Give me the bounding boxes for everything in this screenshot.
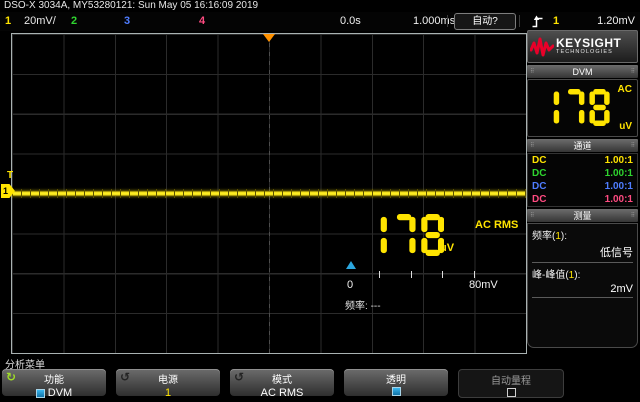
measurement-label-text: ): [574, 270, 580, 281]
measurement-label-text: 频率( [532, 231, 555, 242]
measurement-label: 频率(1): [532, 227, 633, 242]
channel-3-button[interactable]: 3 [124, 15, 130, 27]
grip-icon: ⠿ [631, 142, 635, 149]
channel-2-button[interactable]: 2 [71, 15, 77, 27]
titlebar-text: DSO-X 3034A, MY53280121: Sun May 05 16:1… [4, 0, 258, 11]
dvm-scale-pointer-icon [346, 261, 356, 269]
measurement-value: 低信号 [532, 244, 633, 260]
horizontal-delay[interactable]: 0.0s [340, 15, 361, 27]
dvm-panel-title: DVM [573, 67, 593, 77]
measurements-panel-title: 测量 [573, 209, 591, 222]
softkey-function[interactable]: ↻ 功能 DVM [2, 369, 106, 396]
grip-icon: ⠿ [530, 68, 534, 75]
checkbox-checked-icon [392, 387, 401, 396]
channel-probe-ratio: 1.00:1 [605, 193, 633, 206]
dvm-unit: uV [619, 121, 632, 132]
grip-icon: ⠿ [530, 212, 534, 219]
channel-1-button[interactable]: 1 [5, 15, 11, 27]
measurement-label: 峰-峰值(1): [532, 266, 633, 281]
channel-probe-ratio: 1.00:1 [605, 167, 633, 180]
dvm-scale-max: 80mV [469, 279, 498, 291]
softkey-title: 功能 [2, 371, 106, 386]
grip-icon: ⠿ [530, 142, 534, 149]
dvm-overlay-sevenseg-value [364, 214, 444, 256]
dvm-overlay-mode: AC RMS [475, 219, 518, 231]
measurement-label-text: 峰-峰值( [532, 270, 569, 281]
trigger-level-marker[interactable]: T [7, 170, 13, 181]
channel-1-trace [12, 189, 526, 198]
statusbar-divider [447, 15, 448, 27]
softkey-title: 透明 [344, 371, 448, 386]
channels-panel-title: 通道 [573, 139, 591, 152]
brand-subtitle: TECHNOLOGIES [556, 49, 621, 55]
dvm-frequency-value: --- [371, 301, 381, 312]
dvm-frequency-label: 频率: [345, 301, 368, 312]
channel-probe-ratio: 1.00:1 [605, 154, 633, 167]
keysight-spark-icon [530, 37, 554, 57]
statusbar-divider [519, 15, 520, 27]
dvm-scale-tick [474, 271, 475, 278]
softkey-value: DVM [48, 387, 72, 399]
trigger-auto-button[interactable]: 自动? [454, 13, 516, 30]
softkey-transparent[interactable]: 透明 [344, 369, 448, 396]
checkbox-checked-icon [36, 389, 45, 398]
channel-row-2[interactable]: DC 1.00:1 [528, 167, 637, 180]
channel-coupling: DC [532, 167, 546, 180]
dvm-scale-tick [379, 271, 380, 278]
dvm-scale-min: 0 [347, 279, 353, 291]
channel-coupling: DC [532, 154, 546, 167]
waveform-graticule[interactable]: T 1 uV AC RMS 0 80mV 频率: --- [11, 33, 527, 354]
timebase-value[interactable]: 1.000ms/ [413, 15, 458, 27]
rising-edge-icon [532, 15, 543, 28]
softkey-value: 1 [116, 387, 220, 399]
checkbox-empty-icon [507, 388, 516, 397]
trigger-position-marker-icon[interactable] [263, 34, 275, 42]
softkey-title: 自动量程 [459, 372, 563, 387]
dvm-sevenseg-value [539, 89, 610, 126]
channels-panel: DC 1.00:1 DC 1.00:1 DC 1.00:1 DC 1.00:1 [527, 153, 638, 207]
dvm-overlay-unit: uV [440, 242, 454, 254]
grip-icon: ⠿ [631, 212, 635, 219]
brand-name: KEYSIGHT [556, 38, 621, 49]
channel-row-1[interactable]: DC 1.00:1 [528, 154, 637, 167]
right-sidebar: KEYSIGHT TECHNOLOGIES ⠿ DVM ⠿ AC uV ⠿ 通道… [527, 30, 638, 402]
channel-row-3[interactable]: DC 1.00:1 [528, 180, 637, 193]
cycle-icon: ↺ [120, 371, 130, 383]
trigger-level[interactable]: 1.20mV [585, 15, 635, 27]
softkey-title: 电源 [116, 371, 220, 386]
channel-coupling: DC [532, 193, 546, 206]
measurement-value: 2mV [532, 283, 633, 295]
divider [532, 297, 633, 298]
measurement-label-text: ): [561, 231, 567, 242]
channels-panel-header[interactable]: ⠿ 通道 ⠿ [527, 139, 638, 152]
channel-1-scale[interactable]: 20mV/ [24, 15, 56, 27]
softkey-title: 模式 [230, 371, 334, 386]
dvm-coupling: AC [618, 84, 632, 95]
cycle-icon: ↺ [234, 371, 244, 383]
softkey-autorange: 自动量程 [458, 369, 564, 398]
dvm-panel-header[interactable]: ⠿ DVM ⠿ [527, 65, 638, 78]
softkey-source[interactable]: ↺ 电源 1 [116, 369, 220, 396]
channel-probe-ratio: 1.00:1 [605, 180, 633, 193]
measurements-panel: 频率(1): 低信号 峰-峰值(1): 2mV [527, 223, 638, 348]
dvm-scale-tick [411, 271, 412, 278]
channel-4-button[interactable]: 4 [199, 15, 205, 27]
trigger-source[interactable]: 1 [553, 15, 559, 27]
dvm-scale-tick [442, 271, 443, 278]
measurements-panel-header[interactable]: ⠿ 测量 ⠿ [527, 209, 638, 222]
cycle-icon: ↻ [6, 371, 16, 383]
channel-coupling: DC [532, 180, 546, 193]
softkey-mode[interactable]: ↺ 模式 AC RMS [230, 369, 334, 396]
grip-icon: ⠿ [631, 68, 635, 75]
status-bar: 1 20mV/ 2 3 4 0.0s 1.000ms/ 自动? 1 1.20mV [0, 12, 640, 31]
softkey-value: AC RMS [230, 387, 334, 399]
keysight-logo: KEYSIGHT TECHNOLOGIES [527, 30, 638, 63]
dvm-overlay-frequency: 频率: --- [345, 297, 381, 312]
divider [532, 262, 633, 263]
dvm-readout-panel[interactable]: AC uV [527, 79, 638, 137]
channel-row-4[interactable]: DC 1.00:1 [528, 193, 637, 206]
